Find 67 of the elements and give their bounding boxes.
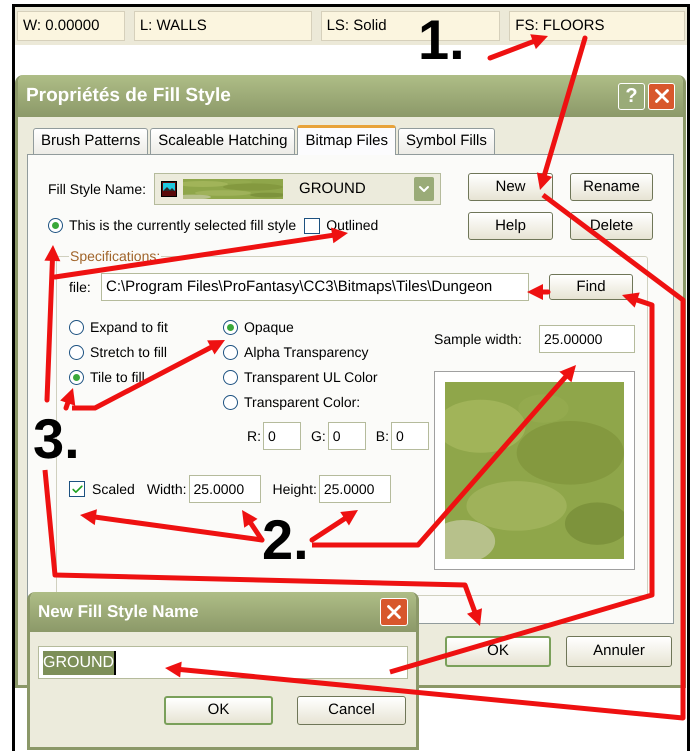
window-title: New Fill Style Name <box>38 601 200 624</box>
radio-label: Transparent UL Color <box>244 368 378 387</box>
close-button[interactable] <box>380 598 408 626</box>
status-bar-cell: FS: FLOORS <box>509 11 685 41</box>
radio-label: Stretch to fill <box>90 343 168 362</box>
field-label: file: <box>69 278 92 296</box>
step-number: 2. <box>262 512 309 568</box>
width-field[interactable]: 25.0000 <box>188 475 260 503</box>
step-number: 1. <box>418 12 465 68</box>
radio-label: Alpha Transparency <box>244 343 369 362</box>
step-number: 3. <box>33 411 80 467</box>
close-button[interactable] <box>648 82 675 110</box>
find-button[interactable]: Find <box>549 274 633 300</box>
image-icon <box>161 181 178 197</box>
tab[interactable]: Bitmap Files <box>297 125 396 155</box>
dialog-button[interactable]: Rename <box>570 173 653 201</box>
checkbox-label: Outlined <box>326 216 378 235</box>
annotation-arrow <box>310 510 358 542</box>
annotation-arrow <box>527 284 550 300</box>
radio-label: Expand to fit <box>90 318 168 337</box>
dialog-button[interactable]: OK <box>164 696 273 725</box>
radio-label: Transparent Color: <box>244 393 360 412</box>
field-label: Sample width: <box>434 330 523 349</box>
selected-text: GROUND <box>43 650 116 674</box>
color-value-field[interactable]: 0 <box>328 422 366 450</box>
height-field[interactable]: 25.0000 <box>318 475 391 503</box>
field-label: B: <box>376 426 390 446</box>
tab[interactable]: Brush Patterns <box>33 128 148 154</box>
status-bar-cell: W: 0.00000 <box>17 11 125 41</box>
check-icon <box>70 482 84 496</box>
radio-button[interactable] <box>223 345 238 360</box>
radio-label: Opaque <box>244 318 294 337</box>
color-value-field[interactable]: 0 <box>391 422 430 450</box>
tab[interactable]: Scaleable Hatching <box>150 128 296 154</box>
file-path-field[interactable]: C:\Program Files\ProFantasy\CC3\Bitmaps\Tiles\Dungeon <box>101 273 529 301</box>
radio-button[interactable] <box>48 218 63 233</box>
annotation-line <box>72 406 95 410</box>
checkbox-label: Scaled <box>92 480 135 498</box>
annotation-arrow <box>462 582 482 626</box>
fill-style-dropdown[interactable]: GROUND <box>154 173 442 205</box>
radio-button[interactable] <box>223 395 238 410</box>
field-label: R: <box>247 426 261 446</box>
radio-button[interactable] <box>223 320 238 335</box>
field-label: G: <box>311 426 326 446</box>
dialog-button[interactable]: Delete <box>570 212 653 240</box>
window-title: Propriétés de Fill Style <box>26 84 232 108</box>
radio-button[interactable] <box>223 370 238 385</box>
group-title: Specifications: <box>69 247 162 266</box>
dialog-button[interactable]: Help <box>468 212 553 240</box>
field-label: Width: <box>146 480 186 498</box>
tab[interactable]: Symbol Fills <box>398 128 495 154</box>
radio-button[interactable] <box>69 370 84 385</box>
checkbox[interactable] <box>304 218 320 234</box>
dialog-button[interactable]: New <box>468 173 553 201</box>
dialog-button[interactable]: Cancel <box>297 696 406 725</box>
checkbox[interactable] <box>69 481 85 497</box>
name-input-field[interactable]: GROUND <box>38 646 408 679</box>
sample-width-field[interactable]: 25.00000 <box>539 325 635 353</box>
radio-button[interactable] <box>69 320 84 335</box>
field-label: Height: <box>272 480 317 499</box>
dialog-button[interactable]: Annuler <box>566 636 672 667</box>
annotation-arrow <box>622 292 654 308</box>
color-value-field[interactable]: 0 <box>263 422 301 450</box>
status-bar-cell: L: WALLS <box>134 11 312 41</box>
radio-button[interactable] <box>69 345 84 360</box>
radio-label: This is the currently selected fill style <box>69 216 296 235</box>
field-label: Fill Style Name: <box>48 180 146 199</box>
